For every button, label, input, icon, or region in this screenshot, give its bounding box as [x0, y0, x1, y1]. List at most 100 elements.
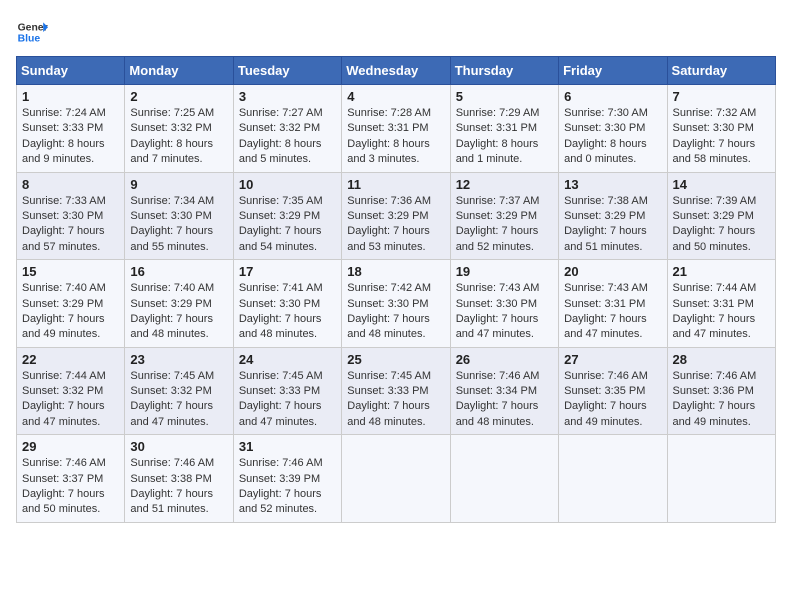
- day-number: 27: [564, 352, 661, 367]
- day-info: Sunrise: 7:32 AMSunset: 3:30 PMDaylight:…: [673, 107, 757, 165]
- day-info: Sunrise: 7:27 AMSunset: 3:32 PMDaylight:…: [239, 107, 323, 165]
- calendar-cell: 29 Sunrise: 7:46 AMSunset: 3:37 PMDaylig…: [17, 435, 125, 523]
- calendar-cell: [667, 435, 775, 523]
- day-info: Sunrise: 7:37 AMSunset: 3:29 PMDaylight:…: [456, 195, 540, 253]
- calendar-cell: 5 Sunrise: 7:29 AMSunset: 3:31 PMDayligh…: [450, 85, 558, 173]
- day-info: Sunrise: 7:29 AMSunset: 3:31 PMDaylight:…: [456, 107, 540, 165]
- day-info: Sunrise: 7:36 AMSunset: 3:29 PMDaylight:…: [347, 195, 431, 253]
- calendar-week-1: 1 Sunrise: 7:24 AMSunset: 3:33 PMDayligh…: [17, 85, 776, 173]
- day-number: 13: [564, 177, 661, 192]
- calendar-cell: 8 Sunrise: 7:33 AMSunset: 3:30 PMDayligh…: [17, 172, 125, 260]
- calendar-cell: 7 Sunrise: 7:32 AMSunset: 3:30 PMDayligh…: [667, 85, 775, 173]
- calendar-cell: 31 Sunrise: 7:46 AMSunset: 3:39 PMDaylig…: [233, 435, 341, 523]
- day-number: 2: [130, 89, 227, 104]
- calendar-cell: 28 Sunrise: 7:46 AMSunset: 3:36 PMDaylig…: [667, 347, 775, 435]
- calendar-cell: 4 Sunrise: 7:28 AMSunset: 3:31 PMDayligh…: [342, 85, 450, 173]
- calendar-cell: [450, 435, 558, 523]
- day-info: Sunrise: 7:44 AMSunset: 3:32 PMDaylight:…: [22, 370, 106, 428]
- calendar-cell: 25 Sunrise: 7:45 AMSunset: 3:33 PMDaylig…: [342, 347, 450, 435]
- day-info: Sunrise: 7:35 AMSunset: 3:29 PMDaylight:…: [239, 195, 323, 253]
- weekday-header-sunday: Sunday: [17, 57, 125, 85]
- calendar-cell: 30 Sunrise: 7:46 AMSunset: 3:38 PMDaylig…: [125, 435, 233, 523]
- calendar-cell: 23 Sunrise: 7:45 AMSunset: 3:32 PMDaylig…: [125, 347, 233, 435]
- weekday-header-saturday: Saturday: [667, 57, 775, 85]
- weekday-header-wednesday: Wednesday: [342, 57, 450, 85]
- day-number: 8: [22, 177, 119, 192]
- day-number: 9: [130, 177, 227, 192]
- day-number: 24: [239, 352, 336, 367]
- calendar-cell: 18 Sunrise: 7:42 AMSunset: 3:30 PMDaylig…: [342, 260, 450, 348]
- day-number: 1: [22, 89, 119, 104]
- day-number: 7: [673, 89, 770, 104]
- day-number: 21: [673, 264, 770, 279]
- calendar-cell: 19 Sunrise: 7:43 AMSunset: 3:30 PMDaylig…: [450, 260, 558, 348]
- calendar-cell: 21 Sunrise: 7:44 AMSunset: 3:31 PMDaylig…: [667, 260, 775, 348]
- day-number: 29: [22, 439, 119, 454]
- day-number: 6: [564, 89, 661, 104]
- day-number: 28: [673, 352, 770, 367]
- day-number: 15: [22, 264, 119, 279]
- calendar-week-4: 22 Sunrise: 7:44 AMSunset: 3:32 PMDaylig…: [17, 347, 776, 435]
- day-number: 11: [347, 177, 444, 192]
- day-info: Sunrise: 7:45 AMSunset: 3:33 PMDaylight:…: [347, 370, 431, 428]
- day-info: Sunrise: 7:44 AMSunset: 3:31 PMDaylight:…: [673, 282, 757, 340]
- day-number: 4: [347, 89, 444, 104]
- calendar-cell: 17 Sunrise: 7:41 AMSunset: 3:30 PMDaylig…: [233, 260, 341, 348]
- day-info: Sunrise: 7:43 AMSunset: 3:30 PMDaylight:…: [456, 282, 540, 340]
- day-info: Sunrise: 7:40 AMSunset: 3:29 PMDaylight:…: [130, 282, 214, 340]
- day-number: 22: [22, 352, 119, 367]
- calendar-cell: [559, 435, 667, 523]
- calendar-cell: 6 Sunrise: 7:30 AMSunset: 3:30 PMDayligh…: [559, 85, 667, 173]
- day-number: 12: [456, 177, 553, 192]
- calendar-cell: 11 Sunrise: 7:36 AMSunset: 3:29 PMDaylig…: [342, 172, 450, 260]
- day-info: Sunrise: 7:33 AMSunset: 3:30 PMDaylight:…: [22, 195, 106, 253]
- day-info: Sunrise: 7:46 AMSunset: 3:35 PMDaylight:…: [564, 370, 648, 428]
- day-number: 31: [239, 439, 336, 454]
- calendar-week-5: 29 Sunrise: 7:46 AMSunset: 3:37 PMDaylig…: [17, 435, 776, 523]
- calendar-cell: 16 Sunrise: 7:40 AMSunset: 3:29 PMDaylig…: [125, 260, 233, 348]
- calendar-week-2: 8 Sunrise: 7:33 AMSunset: 3:30 PMDayligh…: [17, 172, 776, 260]
- calendar-cell: 15 Sunrise: 7:40 AMSunset: 3:29 PMDaylig…: [17, 260, 125, 348]
- day-info: Sunrise: 7:43 AMSunset: 3:31 PMDaylight:…: [564, 282, 648, 340]
- day-info: Sunrise: 7:46 AMSunset: 3:37 PMDaylight:…: [22, 457, 106, 515]
- weekday-header-friday: Friday: [559, 57, 667, 85]
- day-number: 17: [239, 264, 336, 279]
- weekday-header-monday: Monday: [125, 57, 233, 85]
- day-info: Sunrise: 7:40 AMSunset: 3:29 PMDaylight:…: [22, 282, 106, 340]
- day-info: Sunrise: 7:42 AMSunset: 3:30 PMDaylight:…: [347, 282, 431, 340]
- day-info: Sunrise: 7:45 AMSunset: 3:33 PMDaylight:…: [239, 370, 323, 428]
- day-number: 16: [130, 264, 227, 279]
- day-info: Sunrise: 7:46 AMSunset: 3:38 PMDaylight:…: [130, 457, 214, 515]
- svg-text:Blue: Blue: [18, 34, 41, 45]
- day-number: 18: [347, 264, 444, 279]
- calendar-cell: 22 Sunrise: 7:44 AMSunset: 3:32 PMDaylig…: [17, 347, 125, 435]
- day-info: Sunrise: 7:24 AMSunset: 3:33 PMDaylight:…: [22, 107, 106, 165]
- day-number: 25: [347, 352, 444, 367]
- page-header: General Blue: [16, 16, 776, 48]
- day-number: 3: [239, 89, 336, 104]
- day-info: Sunrise: 7:41 AMSunset: 3:30 PMDaylight:…: [239, 282, 323, 340]
- day-info: Sunrise: 7:38 AMSunset: 3:29 PMDaylight:…: [564, 195, 648, 253]
- calendar-cell: 14 Sunrise: 7:39 AMSunset: 3:29 PMDaylig…: [667, 172, 775, 260]
- day-number: 30: [130, 439, 227, 454]
- weekday-header-thursday: Thursday: [450, 57, 558, 85]
- calendar-cell: 24 Sunrise: 7:45 AMSunset: 3:33 PMDaylig…: [233, 347, 341, 435]
- calendar-table: SundayMondayTuesdayWednesdayThursdayFrid…: [16, 56, 776, 523]
- calendar-cell: 26 Sunrise: 7:46 AMSunset: 3:34 PMDaylig…: [450, 347, 558, 435]
- day-info: Sunrise: 7:46 AMSunset: 3:39 PMDaylight:…: [239, 457, 323, 515]
- calendar-cell: 10 Sunrise: 7:35 AMSunset: 3:29 PMDaylig…: [233, 172, 341, 260]
- day-info: Sunrise: 7:30 AMSunset: 3:30 PMDaylight:…: [564, 107, 648, 165]
- day-info: Sunrise: 7:39 AMSunset: 3:29 PMDaylight:…: [673, 195, 757, 253]
- logo: General Blue: [16, 16, 48, 48]
- day-info: Sunrise: 7:34 AMSunset: 3:30 PMDaylight:…: [130, 195, 214, 253]
- day-info: Sunrise: 7:45 AMSunset: 3:32 PMDaylight:…: [130, 370, 214, 428]
- weekday-header-tuesday: Tuesday: [233, 57, 341, 85]
- day-number: 10: [239, 177, 336, 192]
- day-number: 19: [456, 264, 553, 279]
- calendar-cell: [342, 435, 450, 523]
- day-number: 23: [130, 352, 227, 367]
- calendar-cell: 12 Sunrise: 7:37 AMSunset: 3:29 PMDaylig…: [450, 172, 558, 260]
- calendar-cell: 9 Sunrise: 7:34 AMSunset: 3:30 PMDayligh…: [125, 172, 233, 260]
- day-info: Sunrise: 7:25 AMSunset: 3:32 PMDaylight:…: [130, 107, 214, 165]
- day-number: 5: [456, 89, 553, 104]
